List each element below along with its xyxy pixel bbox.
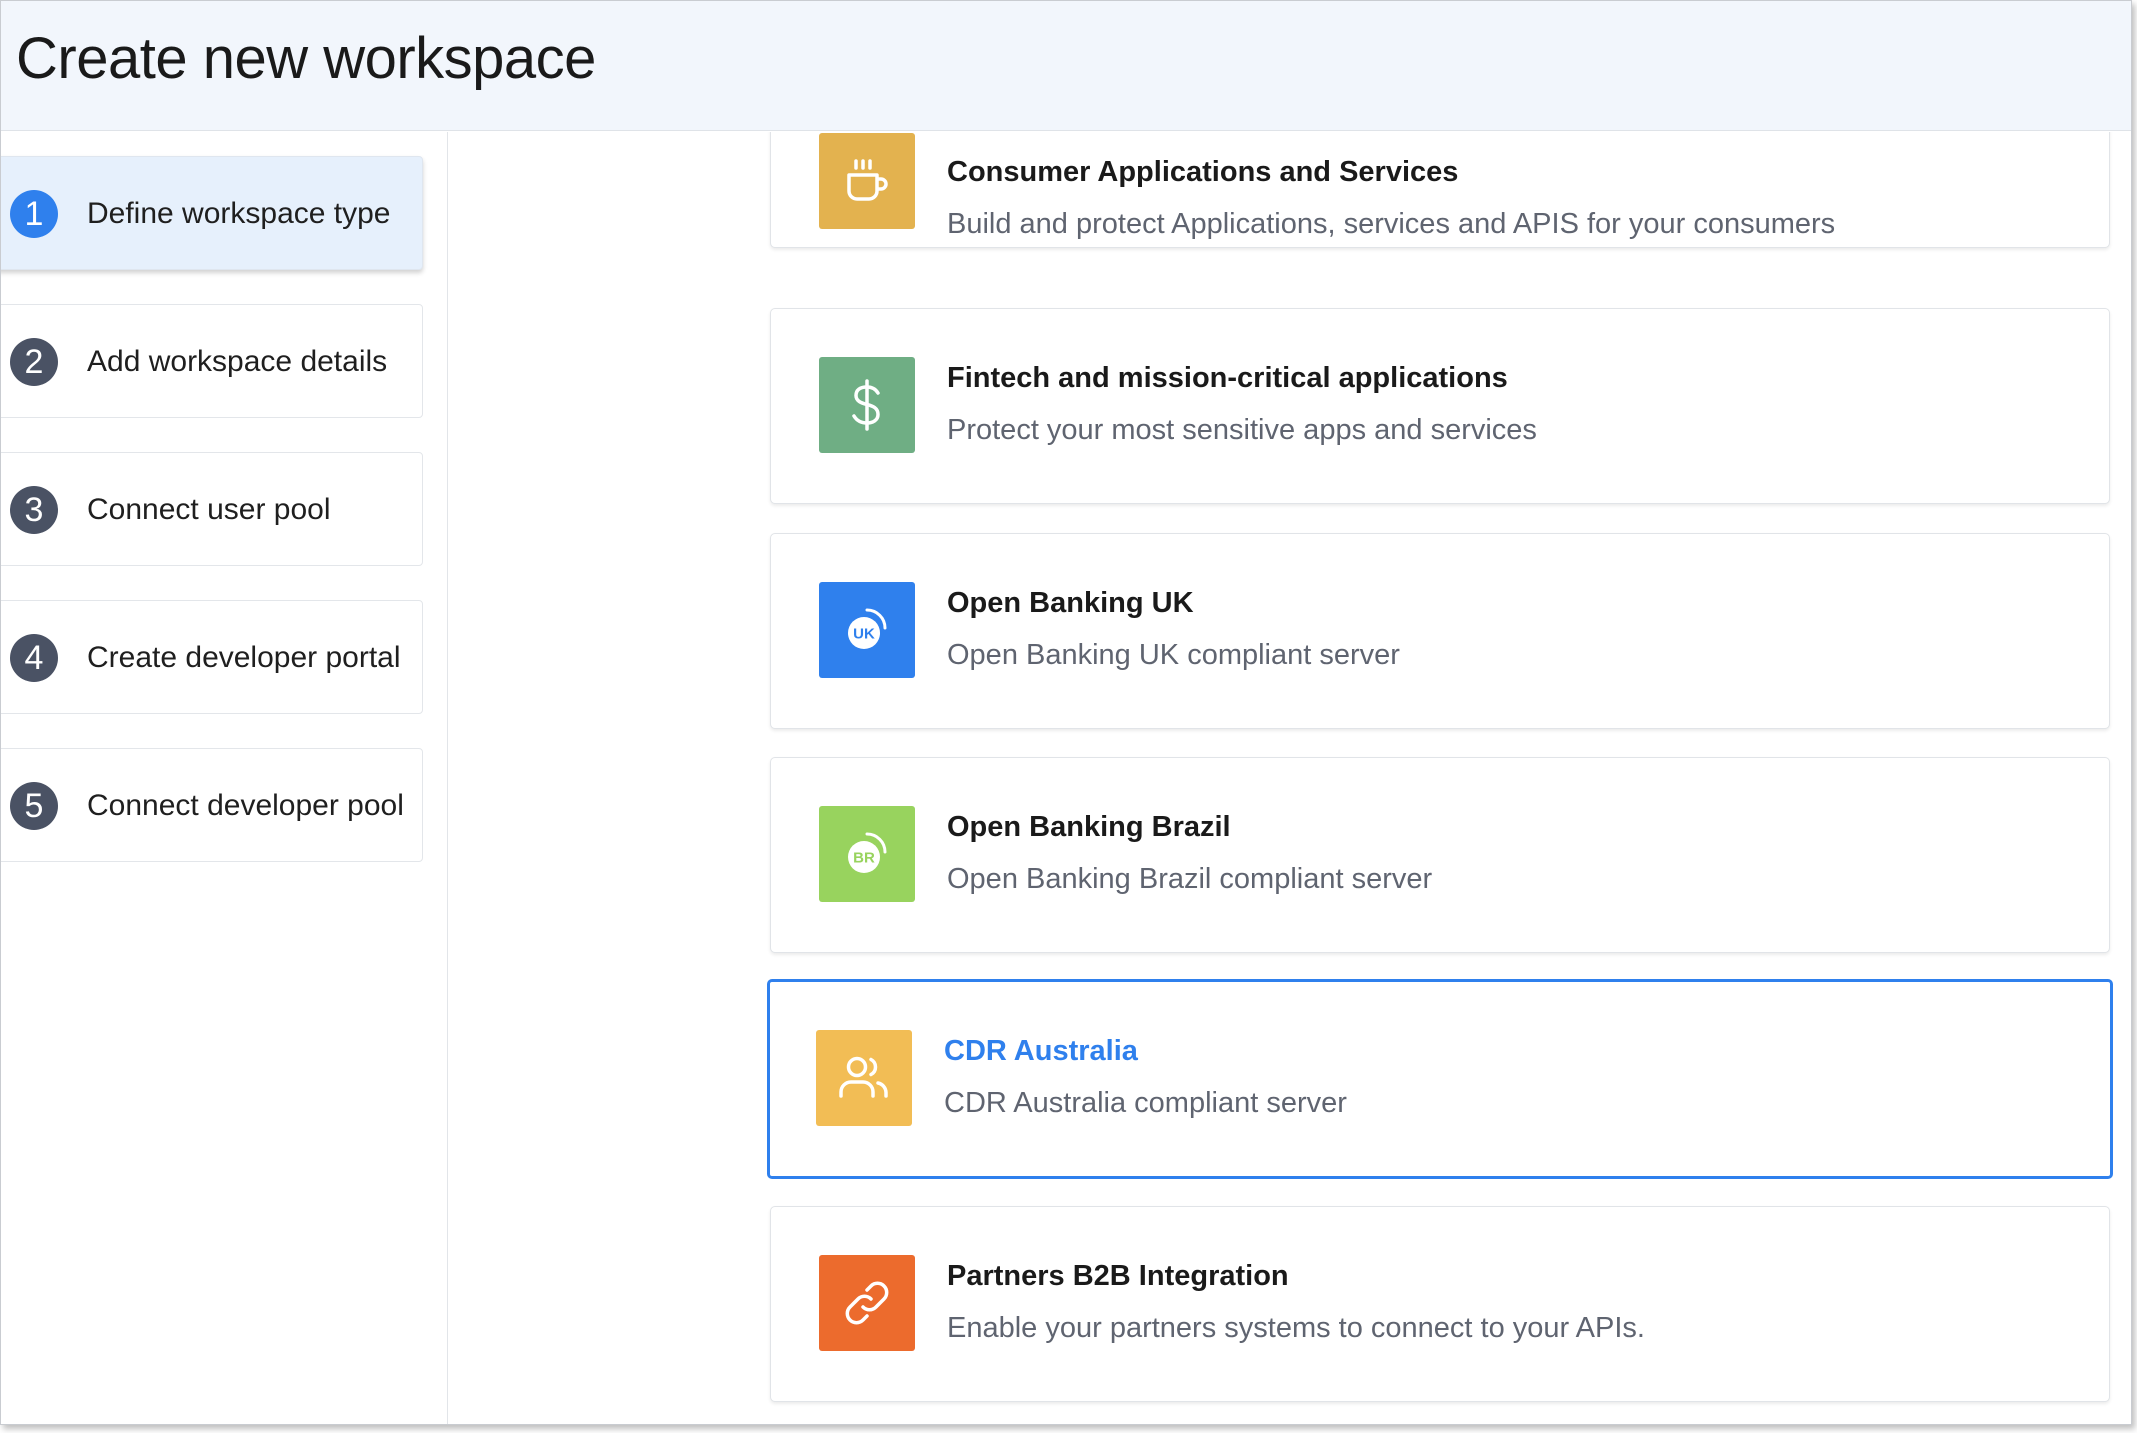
- step-label: Connect developer pool: [87, 789, 404, 822]
- page-header: Create new workspace: [1, 1, 2131, 131]
- workspace-type-list: Consumer Applications and Services Build…: [449, 132, 2131, 1424]
- page-title: Create new workspace: [16, 26, 596, 91]
- app-window: Create new workspace 1 Define workspace …: [0, 0, 2132, 1425]
- card-title: Open Banking Brazil: [947, 811, 1231, 843]
- step-connect-user-pool[interactable]: 3 Connect user pool: [1, 452, 423, 566]
- card-title: Fintech and mission-critical application…: [947, 362, 1508, 394]
- step-add-workspace-details[interactable]: 2 Add workspace details: [1, 304, 423, 418]
- uk-badge-icon: UK: [819, 582, 915, 678]
- step-label: Define workspace type: [87, 197, 391, 230]
- workspace-type-open-banking-brazil[interactable]: BR Open Banking Brazil Open Banking Braz…: [770, 757, 2110, 953]
- card-description: Enable your partners systems to connect …: [947, 1312, 1645, 1344]
- step-define-workspace-type[interactable]: 1 Define workspace type: [1, 156, 423, 270]
- card-description: Protect your most sensitive apps and ser…: [947, 414, 1537, 446]
- uk-badge-text: UK: [853, 626, 875, 643]
- card-title: CDR Australia: [944, 1035, 1138, 1067]
- br-badge-icon: BR: [819, 806, 915, 902]
- step-number-badge: 4: [10, 634, 58, 682]
- card-description: CDR Australia compliant server: [944, 1087, 1347, 1119]
- users-icon: [816, 1030, 912, 1126]
- workspace-type-open-banking-uk[interactable]: UK Open Banking UK Open Banking UK compl…: [770, 533, 2110, 729]
- card-title: Partners B2B Integration: [947, 1260, 1289, 1292]
- wizard-steps-sidebar: 1 Define workspace type 2 Add workspace …: [1, 132, 448, 1424]
- workspace-type-cdr-australia[interactable]: CDR Australia CDR Australia compliant se…: [767, 979, 2113, 1179]
- card-title: Open Banking UK: [947, 587, 1194, 619]
- card-description: Open Banking UK compliant server: [947, 639, 1400, 671]
- workspace-type-consumer-applications[interactable]: Consumer Applications and Services Build…: [770, 132, 2110, 248]
- card-description: Build and protect Applications, services…: [947, 208, 1836, 240]
- step-label: Create developer portal: [87, 641, 401, 674]
- card-title: Consumer Applications and Services: [947, 156, 1459, 188]
- card-description: Open Banking Brazil compliant server: [947, 863, 1433, 895]
- step-number-badge: 3: [10, 486, 58, 534]
- coffee-cup-icon: [819, 133, 915, 229]
- br-badge-text: BR: [853, 850, 875, 867]
- link-icon: [819, 1255, 915, 1351]
- step-connect-developer-pool[interactable]: 5 Connect developer pool: [1, 748, 423, 862]
- step-create-developer-portal[interactable]: 4 Create developer portal: [1, 600, 423, 714]
- step-number-badge: 2: [10, 338, 58, 386]
- workspace-type-partners-b2b[interactable]: Partners B2B Integration Enable your par…: [770, 1206, 2110, 1402]
- step-label: Add workspace details: [87, 345, 388, 378]
- step-number-badge: 1: [10, 190, 58, 238]
- step-number-badge: 5: [10, 782, 58, 830]
- step-label: Connect user pool: [87, 493, 331, 526]
- workspace-type-fintech[interactable]: Fintech and mission-critical application…: [770, 308, 2110, 504]
- dollar-icon: [819, 357, 915, 453]
